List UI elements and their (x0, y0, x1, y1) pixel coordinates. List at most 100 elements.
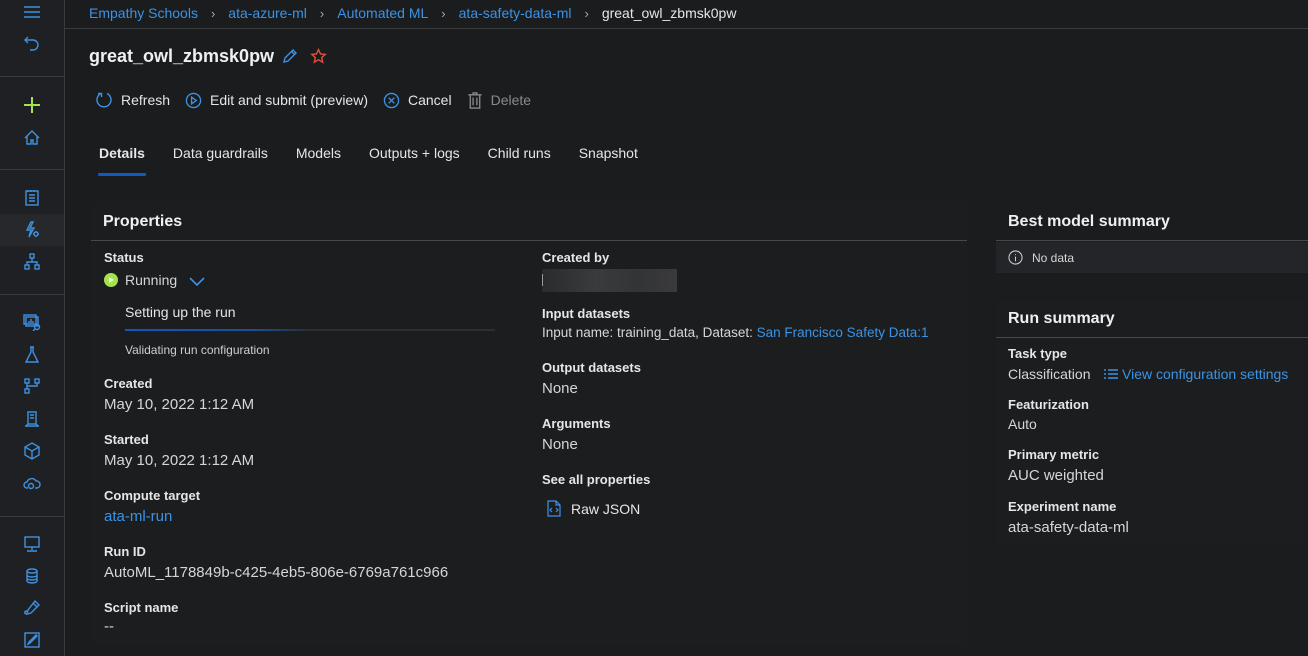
status-step-progress-bar (125, 329, 495, 331)
breadcrumb-item-current-run: great_owl_zbmsk0pw (601, 5, 737, 21)
automl-icon[interactable] (0, 214, 64, 246)
data-search-icon[interactable] (0, 306, 64, 338)
input-datasets-value: Input name: training_data, Dataset: San … (542, 325, 928, 340)
run-id-value: AutoML_1178849b-c425-4eb5-806e-6769a761c… (104, 564, 449, 581)
pen-icon[interactable] (0, 592, 64, 624)
edit-name-icon[interactable] (282, 48, 298, 64)
task-type-value: Classification (1008, 366, 1091, 382)
command-bar: Refresh Edit and submit (preview) Cancel… (95, 88, 546, 112)
compute-target-label: Compute target (104, 488, 201, 503)
breadcrumb-item-workspace-owner[interactable]: Empathy Schools (89, 5, 198, 21)
title-row: great_owl_zbmsk0pw (89, 43, 327, 69)
breadcrumb: Empathy Schools › ata-azure-ml › Automat… (89, 0, 736, 26)
run-tabs: Details Data guardrails Models Outputs +… (98, 142, 666, 176)
cancel-label: Cancel (407, 92, 452, 108)
breadcrumb-separator: › (441, 5, 446, 21)
view-configuration-settings-link[interactable]: View configuration settings (1103, 366, 1288, 382)
play-circle-icon (185, 92, 202, 108)
no-data-text: No data (1032, 250, 1075, 265)
home-icon[interactable] (0, 122, 64, 154)
started-value: May 10, 2022 1:12 AM (104, 452, 255, 469)
raw-json-label: Raw JSON (571, 500, 641, 517)
database-icon[interactable] (0, 560, 64, 592)
refresh-button[interactable]: Refresh (95, 91, 170, 109)
delete-label: Delete (490, 92, 532, 108)
tab-child-runs[interactable]: Child runs (488, 142, 551, 176)
raw-json-link[interactable]: Raw JSON (547, 500, 640, 517)
refresh-label: Refresh (121, 92, 171, 108)
tab-models[interactable]: Models (296, 142, 341, 176)
arguments-value: None (542, 436, 578, 453)
breadcrumb-item-workspace[interactable]: ata-azure-ml (228, 5, 307, 21)
output-datasets-value: None (542, 380, 578, 397)
edit-and-submit-button[interactable]: Edit and submit (preview) (185, 92, 368, 109)
tab-snapshot[interactable]: Snapshot (579, 142, 638, 176)
breadcrumb-separator: › (584, 5, 589, 21)
status-label: Status (104, 250, 144, 265)
breadcrumb-item-automated-ml[interactable]: Automated ML (337, 5, 428, 21)
undo-icon[interactable] (0, 28, 64, 58)
created-value: May 10, 2022 1:12 AM (104, 396, 255, 413)
breadcrumb-separator: › (210, 5, 216, 21)
rail-divider (0, 76, 64, 77)
experiment-name-value: ata-safety-data-ml (1008, 519, 1129, 536)
rail-divider (0, 294, 64, 295)
plus-icon[interactable] (0, 89, 64, 121)
input-datasets-label: Input datasets (542, 306, 631, 321)
featurization-label: Featurization (1008, 397, 1089, 412)
running-status-icon (104, 273, 118, 287)
hierarchy-icon[interactable] (0, 246, 64, 278)
run-summary-title: Run summary (1008, 310, 1115, 327)
nav-rail (0, 0, 65, 656)
run-summary-divider (996, 337, 1308, 338)
status-substep: Validating run configuration (125, 343, 270, 357)
monitor-icon[interactable] (0, 528, 64, 560)
trash-icon (467, 91, 482, 109)
tab-data-guardrails[interactable]: Data guardrails (173, 142, 268, 176)
rail-divider (0, 169, 64, 170)
best-model-summary-title: Best model summary (1008, 213, 1170, 230)
flask-icon[interactable] (0, 339, 64, 371)
started-label: Started (104, 432, 149, 447)
cloud-icon[interactable] (0, 467, 64, 499)
edit-box-icon[interactable] (0, 624, 64, 656)
run-id-label: Run ID (104, 544, 146, 559)
output-datasets-label: Output datasets (542, 360, 641, 375)
notebook-icon[interactable] (0, 182, 64, 214)
cube-icon[interactable] (0, 435, 64, 467)
arguments-label: Arguments (542, 416, 611, 431)
input-dataset-link[interactable]: San Francisco Safety Data:1 (757, 325, 929, 340)
favorite-star-icon[interactable] (310, 47, 327, 65)
pipeline-icon[interactable] (0, 370, 64, 402)
tab-details[interactable]: Details (98, 142, 146, 176)
primary-metric-label: Primary metric (1008, 447, 1100, 462)
edit-and-submit-label: Edit and submit (preview) (210, 92, 368, 108)
status-expand-chevron-icon[interactable] (188, 275, 206, 293)
json-file-icon (547, 500, 561, 517)
hamburger-icon[interactable] (0, 0, 64, 28)
status-step-progress-fill (125, 329, 310, 331)
primary-metric-value: AUC weighted (1008, 467, 1104, 484)
model-icon[interactable] (0, 403, 64, 435)
delete-button[interactable]: Delete (467, 91, 532, 109)
compute-target-link[interactable]: ata-ml-run (104, 508, 172, 525)
created-by-label: Created by (542, 250, 610, 265)
list-icon (1104, 369, 1118, 379)
refresh-icon (96, 92, 112, 108)
created-label: Created (104, 376, 153, 391)
header-divider (65, 28, 1308, 29)
breadcrumb-separator: › (319, 5, 325, 21)
page-title: great_owl_zbmsk0pw (89, 45, 275, 66)
featurization-value: Auto (1008, 416, 1037, 432)
rail-divider (0, 516, 64, 517)
azure-ml-studio: Empathy Schools › ata-azure-ml › Automat… (0, 0, 1308, 656)
tab-outputs-logs[interactable]: Outputs + logs (369, 142, 460, 176)
view-configuration-settings-label: View configuration settings (1122, 366, 1289, 382)
cancel-button[interactable]: Cancel (383, 92, 452, 109)
status-value: Running (125, 272, 178, 288)
breadcrumb-item-experiment[interactable]: ata-safety-data-ml (459, 5, 572, 21)
created-by-redacted-value (542, 269, 677, 292)
info-icon (1008, 250, 1023, 265)
best-model-empty-message: No data (996, 242, 1308, 273)
cancel-circle-icon (383, 92, 400, 108)
